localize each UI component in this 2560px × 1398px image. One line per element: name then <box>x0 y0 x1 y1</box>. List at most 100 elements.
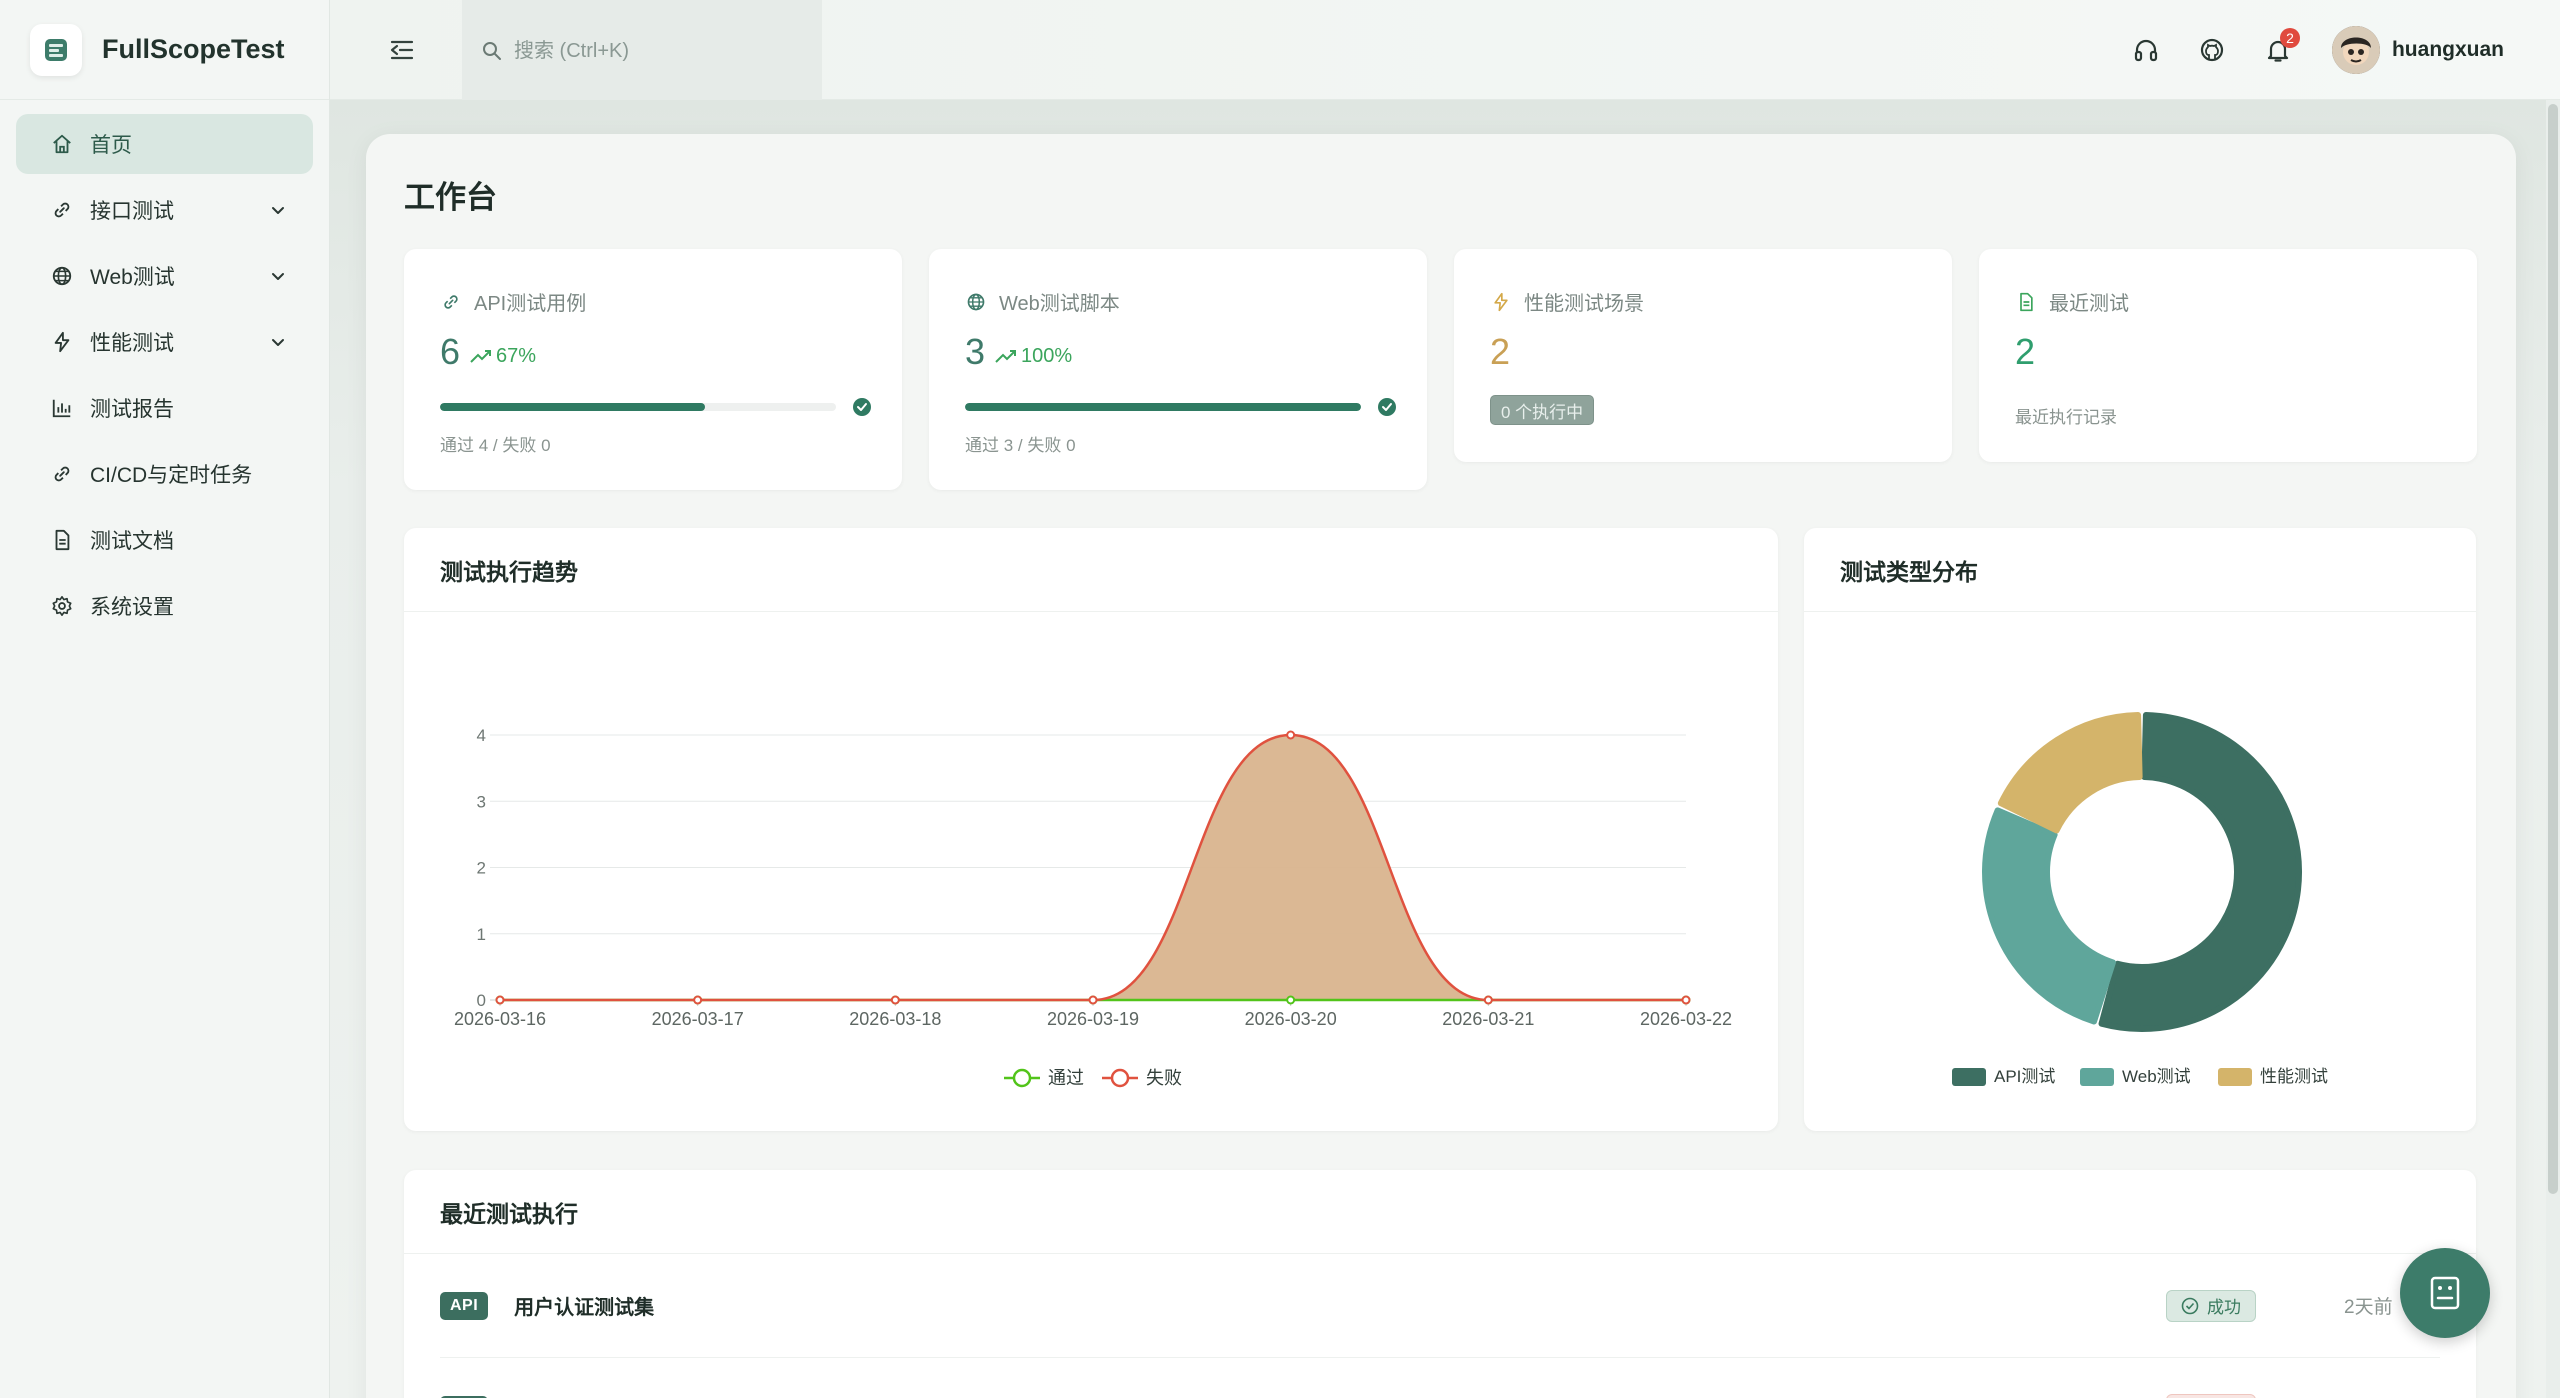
trend-chart: 0 1 2 3 4 2026-03-16 2026-03-17 2026-03-18 2026-… <box>454 726 1732 1088</box>
link-icon <box>50 462 74 486</box>
sidebar-item-5[interactable]: CI/CD与定时任务 <box>16 444 313 504</box>
stat-trend-value: 67% <box>496 344 537 367</box>
sidebar-item-label: 测试文档 <box>90 530 174 553</box>
recent-executions-title: 最近测试执行 <box>404 1170 2476 1254</box>
notification-badge: 2 <box>2279 28 2300 48</box>
distribution-chart-card: 测试类型分布 API测试 Web测试 性能测试 <box>1804 528 2476 1131</box>
data-point[interactable] <box>1286 995 1296 1005</box>
link-icon <box>440 291 462 313</box>
top-header: 2 huangxuan <box>330 0 2560 102</box>
stat-card-header: 最近测试 <box>2015 287 2129 316</box>
data-point[interactable] <box>495 995 505 1005</box>
brand[interactable]: FullScopeTest <box>0 0 329 100</box>
stat-card-subtext: 通过 4 / 失败 0 <box>440 436 551 455</box>
stat-card-value: 3 100% <box>965 331 1072 373</box>
globe-icon <box>50 264 74 288</box>
search-icon <box>483 42 501 60</box>
document-icon <box>2015 291 2037 313</box>
pie-slice-2[interactable] <box>1997 712 2143 834</box>
data-point[interactable] <box>1286 730 1296 740</box>
trend-up-icon <box>470 350 492 363</box>
assistant-fab-button[interactable] <box>2400 1248 2490 1338</box>
data-point[interactable] <box>693 995 703 1005</box>
y-tick-label: 0 <box>477 991 486 1010</box>
sidebar-item-1[interactable]: 接口测试 <box>16 180 313 240</box>
legend-label: API测试 <box>1994 1067 2055 1086</box>
scrollbar-thumb[interactable] <box>2548 104 2558 1194</box>
y-tick-label: 1 <box>477 925 486 944</box>
search-box[interactable] <box>462 0 822 102</box>
legend-label: 失败 <box>1146 1068 1182 1088</box>
sidebar-item-2[interactable]: Web测试 <box>16 246 313 306</box>
data-point[interactable] <box>1681 995 1691 1005</box>
page-scrollbar[interactable] <box>2546 100 2560 1398</box>
legend-swatch <box>1952 1068 1986 1086</box>
sidebar-item-4[interactable]: 测试报告 <box>16 378 313 438</box>
legend-marker <box>1012 1068 1032 1088</box>
link-icon <box>50 198 74 222</box>
sidebar-item-label: 接口测试 <box>90 200 174 223</box>
menu-fold-icon <box>390 40 414 60</box>
stat-card-1[interactable]: Web测试脚本 3 100% 通过 3 / 失败 0 <box>929 249 1427 490</box>
check-circle-icon <box>853 398 871 416</box>
sidebar-item-label: Web测试 <box>90 266 175 289</box>
sidebar-item-6[interactable]: 测试文档 <box>16 510 313 570</box>
avatar <box>2331 26 2380 74</box>
chevron-down-icon <box>269 201 287 219</box>
status-badge: 成功 <box>2166 1289 2256 1322</box>
github-button[interactable] <box>2192 30 2232 70</box>
sidebar-item-7[interactable]: 系统设置 <box>16 576 313 636</box>
stat-card-header: 性能测试场景 <box>1490 287 1644 316</box>
document-icon <box>50 528 74 552</box>
pie-slice-1[interactable] <box>1982 807 2116 1025</box>
stat-card-2[interactable]: 性能测试场景 2 0 个执行中 <box>1454 249 1952 462</box>
check-circle-icon <box>2181 1297 2199 1314</box>
stat-card-3[interactable]: 最近测试 2 最近执行记录 <box>1979 249 2477 462</box>
sidebar-item-label: 性能测试 <box>90 332 174 355</box>
distribution-chart: API测试 Web测试 性能测试 <box>1952 712 2328 1086</box>
notification-button[interactable]: 2 <box>2258 28 2300 70</box>
sidebar-item-0[interactable]: 首页 <box>16 114 313 174</box>
user-menu[interactable]: huangxuan <box>2331 26 2504 74</box>
gear-icon <box>50 594 74 618</box>
stat-number: 2 <box>1490 331 1511 372</box>
support-button[interactable] <box>2126 30 2166 70</box>
test-type-tag: API <box>440 1291 489 1320</box>
data-point[interactable] <box>1088 995 1098 1005</box>
chevron-down-icon <box>269 333 287 351</box>
stat-card-value: 2 <box>1490 331 1510 373</box>
stat-progress-bar <box>965 403 1361 411</box>
list-item[interactable]: API 用户认证测试集 失败 2天前 <box>440 1358 2440 1398</box>
stat-card-value: 2 <box>2015 331 2035 373</box>
robot-icon <box>2430 1276 2460 1310</box>
data-point[interactable] <box>1483 995 1493 1005</box>
collapse-menu-button[interactable] <box>386 34 418 66</box>
execution-name: 用户认证测试集 <box>514 1297 655 1319</box>
legend-item-1[interactable]: 失败 <box>1102 1068 1182 1088</box>
list-item[interactable]: API 用户认证测试集 成功 2天前 <box>440 1254 2440 1358</box>
legend-label: 性能测试 <box>2260 1067 2328 1086</box>
recent-executions-card: 最近测试执行 API 用户认证测试集 成功 2天前API 用户认证测试集 失败 … <box>404 1170 2476 1398</box>
trend-chart-card: 测试执行趋势 0 1 2 3 4 2026-03-16 2026-03-17 2026-03-… <box>404 528 1778 1131</box>
legend-item-0[interactable]: 通过 <box>1004 1068 1084 1088</box>
x-tick-label: 2026-03-20 <box>1245 1009 1337 1029</box>
y-tick-label: 4 <box>477 726 486 745</box>
data-point[interactable] <box>890 995 900 1005</box>
legend-item-1[interactable]: Web测试 <box>2080 1067 2191 1086</box>
x-tick-label: 2026-03-22 <box>1640 1009 1732 1029</box>
stat-progress-bar <box>440 403 836 411</box>
stat-card-value: 6 67% <box>440 331 536 373</box>
lightning-icon <box>1490 291 1512 313</box>
stat-card-0[interactable]: API测试用例 6 67% 通过 4 / 失败 0 <box>404 249 902 490</box>
legend-item-2[interactable]: 性能测试 <box>2218 1067 2328 1086</box>
x-tick-label: 2026-03-16 <box>454 1009 546 1029</box>
sidebar: FullScopeTest 首页 接口测试 Web测试 性能测试 测试报告 CI… <box>0 0 330 1398</box>
x-tick-label: 2026-03-19 <box>1047 1009 1139 1029</box>
legend-swatch <box>2080 1068 2114 1086</box>
status-text: 成功 <box>2207 1298 2241 1317</box>
legend-item-0[interactable]: API测试 <box>1952 1067 2055 1086</box>
x-tick-label: 2026-03-21 <box>1442 1009 1534 1029</box>
search-input[interactable] <box>514 39 794 63</box>
sidebar-item-3[interactable]: 性能测试 <box>16 312 313 372</box>
sidebar-menu: 首页 接口测试 Web测试 性能测试 测试报告 CI/CD与定时任务 测试文档 … <box>0 100 329 656</box>
